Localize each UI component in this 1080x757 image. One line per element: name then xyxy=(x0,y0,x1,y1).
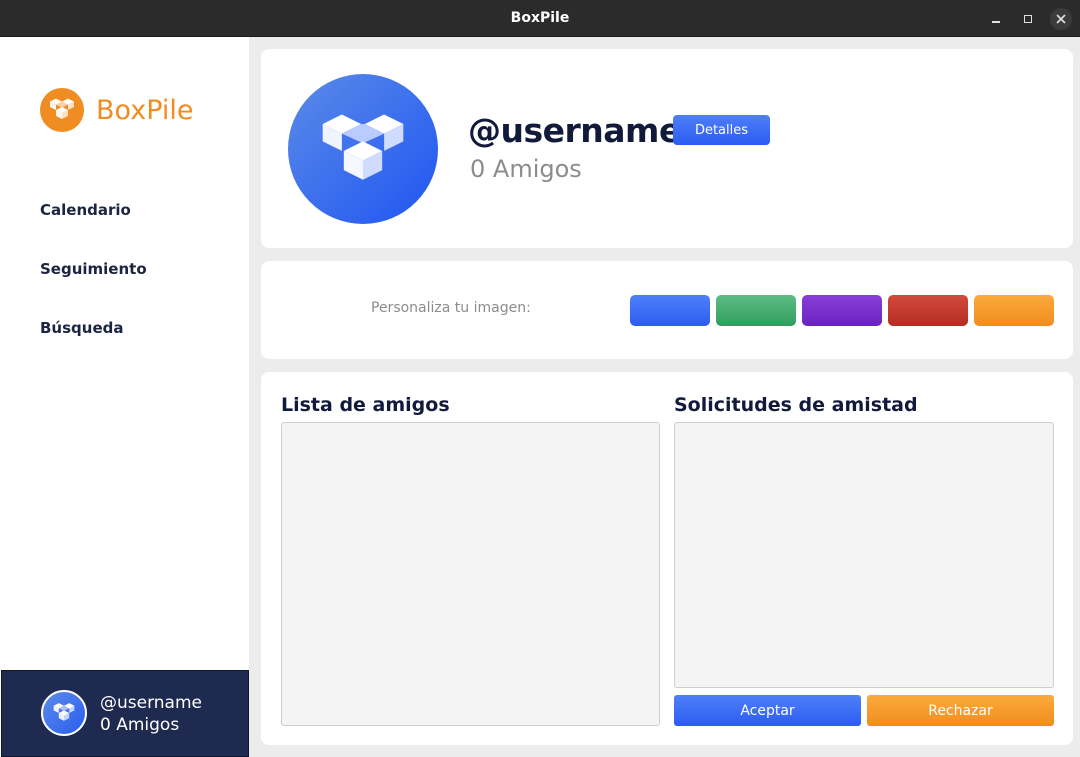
friends-card: Lista de amigos Solicitudes de amistad A… xyxy=(261,372,1073,745)
avatar xyxy=(41,690,87,736)
sidebar: BoxPile Calendario Seguimiento Búsqueda … xyxy=(0,37,249,757)
minimize-icon xyxy=(992,21,1000,23)
profile-card: @username Detalles 0 Amigos xyxy=(261,49,1073,248)
sidebar-item-seguimiento[interactable]: Seguimiento xyxy=(40,260,147,278)
boxpile-logo-icon xyxy=(40,88,84,132)
window-title: BoxPile xyxy=(510,10,570,26)
color-swatch-blue[interactable] xyxy=(630,295,710,326)
window-titlebar: BoxPile xyxy=(0,0,1080,37)
maximize-button[interactable] xyxy=(1018,9,1038,29)
color-swatch-purple[interactable] xyxy=(802,295,882,326)
friends-list[interactable] xyxy=(281,422,660,726)
color-swatch-orange[interactable] xyxy=(974,295,1054,326)
profile-friends-count: 0 Amigos xyxy=(470,155,582,183)
accept-button[interactable]: Aceptar xyxy=(674,695,861,726)
sidebar-friends-count: 0 Amigos xyxy=(100,715,180,735)
minimize-button[interactable] xyxy=(986,9,1006,29)
friend-requests-list[interactable] xyxy=(674,422,1054,688)
brand-name: BoxPile xyxy=(96,94,194,126)
details-button[interactable]: Detalles xyxy=(673,115,770,145)
close-icon xyxy=(1056,14,1066,24)
maximize-icon xyxy=(1024,15,1032,23)
friend-requests-title: Solicitudes de amistad xyxy=(674,394,918,416)
boxes-icon xyxy=(322,114,404,180)
customize-label: Personaliza tu imagen: xyxy=(371,300,531,316)
color-swatch-green[interactable] xyxy=(716,295,796,326)
sidebar-item-busqueda[interactable]: Búsqueda xyxy=(40,319,124,337)
boxes-icon xyxy=(53,703,75,721)
color-swatch-red[interactable] xyxy=(888,295,968,326)
brand-logo: BoxPile xyxy=(40,88,194,132)
reject-button[interactable]: Rechazar xyxy=(867,695,1054,726)
profile-avatar xyxy=(288,74,438,224)
customize-card: Personaliza tu imagen: xyxy=(261,261,1073,359)
sidebar-item-calendario[interactable]: Calendario xyxy=(40,201,131,219)
sidebar-username: @username xyxy=(100,693,202,713)
friends-list-title: Lista de amigos xyxy=(281,394,450,416)
sidebar-user-card[interactable]: @username 0 Amigos xyxy=(1,670,249,757)
close-button[interactable] xyxy=(1050,8,1072,30)
profile-username: @username xyxy=(468,111,681,150)
